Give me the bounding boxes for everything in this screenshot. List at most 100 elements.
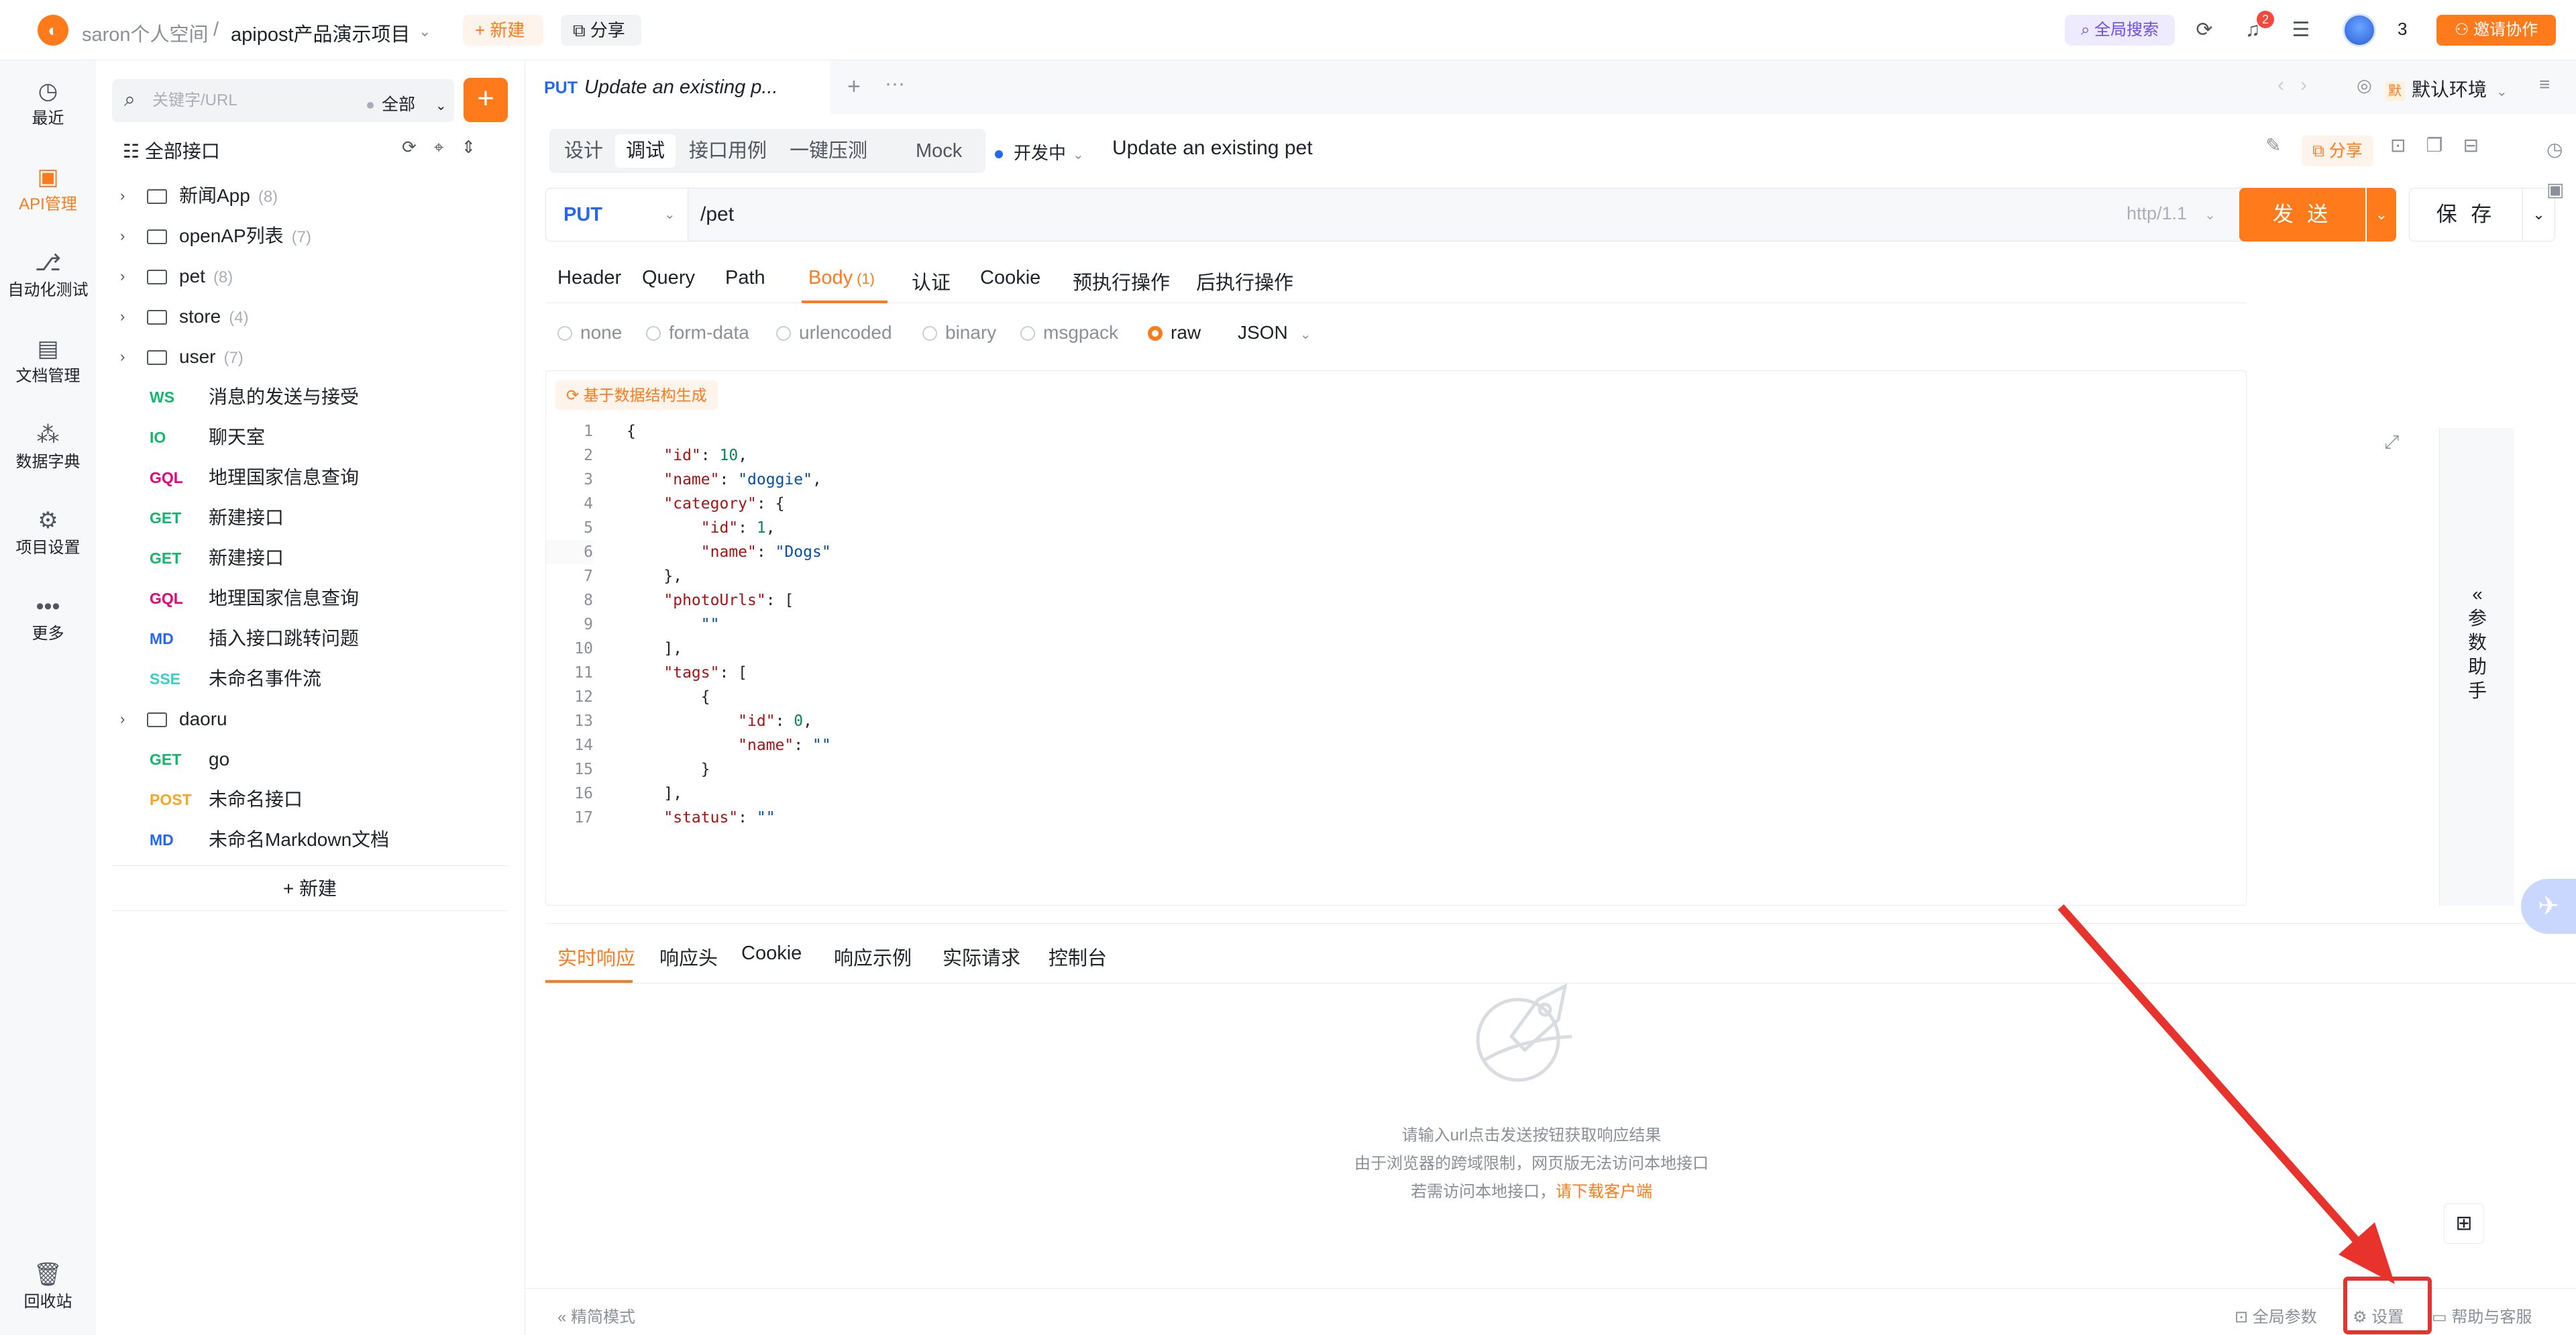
refresh-icon[interactable]: ⟳ [402,137,434,157]
message-icon[interactable]: ☰ [2289,18,2313,42]
chevron-down-icon[interactable]: ⌄ [419,23,431,40]
layout-toggle-icon[interactable]: ⊞ [2444,1204,2484,1244]
settings-button[interactable]: ⚙ 设置 [2353,1303,2404,1327]
generate-from-schema-button[interactable]: ⟳ 基于数据结构生成 [555,380,718,410]
chevron-right-icon[interactable]: › [120,176,125,216]
tree-new-button[interactable]: + 新建 [112,865,508,911]
help-button[interactable]: ▭ 帮助与客服 [2432,1303,2532,1327]
http-version-select[interactable]: http/1.1 ⌄ [2127,203,2216,224]
tab-console[interactable]: 控制台 [1049,943,1107,971]
body-type-raw[interactable]: raw [1148,322,1201,343]
tab-response-headers[interactable]: 响应头 [659,943,718,971]
download-client-link[interactable]: 请下载客户端 [1556,1183,1652,1201]
tree-search-input[interactable] [152,87,340,114]
body-type-binary[interactable]: binary [922,322,996,343]
tab-design[interactable]: 设计 [553,134,614,168]
share-button[interactable]: ⧉ 分享 [561,15,641,46]
share-api-button[interactable]: ⧉ 分享 [2302,136,2373,166]
lock-icon[interactable]: ⊡ [2390,135,2426,156]
status-select[interactable]: 开发中 ⌄ [995,140,1084,164]
tab-pre-script[interactable]: 预执行操作 [1073,267,1170,295]
tree-folder[interactable]: › 新闻App (8) [96,176,525,216]
breadcrumb-workspace[interactable]: saron个人空间 [82,19,209,47]
chevron-right-icon[interactable]: › [120,699,125,739]
send-dropdown-icon[interactable]: ⌄ [2367,188,2396,242]
rail-item-trash[interactable]: 🗑 回收站 [0,1261,96,1312]
body-type-form-data[interactable]: form-data [646,322,749,343]
tree-filter-select[interactable]: 全部 ⌄ [367,91,447,115]
rail-item-api[interactable]: ▣ API管理 [0,164,96,214]
tab-live-response[interactable]: 实时响应 [557,943,635,971]
all-apis-row[interactable]: ☷ 全部接口 [123,137,220,164]
tab-debug[interactable]: 调试 [615,134,676,168]
tab-nav-arrows[interactable]: ‹› [2277,74,2323,97]
expand-icon[interactable]: ⤢ [2384,431,2399,453]
tree-api-item[interactable]: IO 聊天室 [96,417,525,458]
tab-cookie[interactable]: Cookie [980,267,1040,289]
sort-icon[interactable]: ⇕ [461,137,493,157]
body-type-none[interactable]: none [557,322,622,343]
tree-api-item[interactable]: GET 新建接口 [96,538,525,578]
tree-folder[interactable]: › store (4) [96,297,525,337]
tab-query[interactable]: Query [642,267,695,289]
tab-auth[interactable]: 认证 [912,267,951,295]
avatar[interactable] [2343,13,2376,47]
clock-icon[interactable]: ◷ [2546,138,2563,160]
tree-folder[interactable]: › daoru [96,699,525,739]
tab-header[interactable]: Header [557,267,621,289]
tree-folder[interactable]: › openAP列表 (7) [96,216,525,256]
eye-icon[interactable]: ◎ [2357,75,2372,96]
send-button[interactable]: 发 送 [2239,188,2365,242]
member-count[interactable]: 3 [2398,19,2407,40]
more-icon[interactable]: ··· [885,72,905,95]
apipost-logo[interactable]: ◐ [38,15,68,46]
invite-button[interactable]: ⚇ 邀请协作 [2436,15,2556,46]
rail-item-automation[interactable]: ⎇ 自动化测试 [0,250,96,300]
add-api-button[interactable]: + [464,78,508,122]
compact-mode-toggle[interactable]: « 精简模式 [557,1303,635,1327]
body-type-msgpack[interactable]: msgpack [1020,322,1118,343]
tab-response-example[interactable]: 响应示例 [834,943,912,971]
tab-post-script[interactable]: 后执行操作 [1196,267,1293,295]
method-select[interactable]: PUT ⌄ [546,189,688,241]
chevron-right-icon[interactable]: › [120,297,125,337]
tab-mock[interactable]: Mock [905,134,973,168]
breadcrumb-project[interactable]: apipost产品演示项目 [231,19,411,47]
chevron-right-icon[interactable]: › [120,216,125,256]
rail-item-dictionary[interactable]: ⁂ 数据字典 [0,421,96,472]
rail-item-recent[interactable]: ◷ 最近 [0,78,96,128]
tab-body[interactable]: Body (1) [808,267,875,289]
api-title[interactable]: Update an existing pet [1112,137,1313,160]
tree-folder[interactable]: › pet (8) [96,256,525,297]
save-button[interactable]: 保 存 [2409,188,2523,242]
tree-api-item[interactable]: GET 新建接口 [96,498,525,538]
tree-api-item[interactable]: GET go [96,739,525,780]
copy-icon[interactable]: ❐ [2426,135,2463,156]
environment-select[interactable]: 默默认环境 ⌄ [2385,75,2508,102]
global-params-button[interactable]: ⊡ 全局参数 [2235,1303,2317,1327]
add-tab-icon[interactable]: + [847,74,861,100]
tab-load-test[interactable]: 一键压测 [779,134,878,168]
url-input[interactable] [700,201,1908,229]
rail-item-more[interactable]: ••• 更多 [0,593,96,643]
menu-icon[interactable]: ≡ [2539,74,2550,95]
code-icon[interactable]: ▣ [2546,178,2564,201]
global-search-button[interactable]: ⌕ 全局搜索 [2065,15,2175,46]
body-type-urlencoded[interactable]: urlencoded [776,322,892,343]
archive-icon[interactable]: ⊟ [2463,135,2499,156]
locate-icon[interactable]: ⌖ [434,137,462,157]
rail-item-project-settings[interactable]: ⚙ 项目设置 [0,507,96,557]
tree-api-item[interactable]: GQL 地理国家信息查询 [96,578,525,619]
refresh-icon[interactable]: ⟳ [2192,18,2216,42]
new-button[interactable]: + 新建 [463,15,543,46]
tab-response-cookie[interactable]: Cookie [741,943,802,965]
tree-api-item[interactable]: MD 未命名Markdown文档 [96,820,525,860]
chevron-right-icon[interactable]: › [120,256,125,297]
rail-item-docs[interactable]: ▤ 文档管理 [0,335,96,386]
request-tab[interactable]: PUT Update an existing p... [525,60,830,114]
tree-api-item[interactable]: SSE 未命名事件流 [96,659,525,699]
tree-api-item[interactable]: POST 未命名接口 [96,780,525,820]
tree-folder[interactable]: › user (7) [96,337,525,377]
assistant-bubble-icon[interactable]: ✈ [2521,879,2576,934]
tab-cases[interactable]: 接口用例 [678,134,777,168]
